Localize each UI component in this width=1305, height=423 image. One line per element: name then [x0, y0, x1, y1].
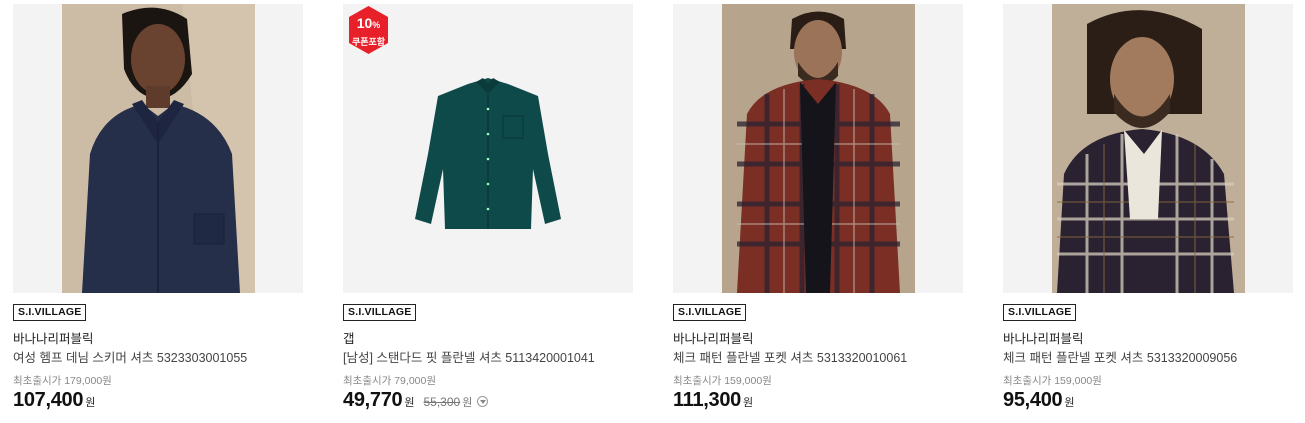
currency-unit: 원	[85, 397, 96, 409]
sale-price: 95,400	[1003, 389, 1063, 411]
product-grid: S.I.VILLAGE 바나나리퍼블릭 여성 헴프 데님 스키머 셔츠 5323…	[0, 0, 1305, 423]
discount-badge: 10% 쿠폰포함	[346, 6, 391, 54]
brand-tag: S.I.VILLAGE	[13, 304, 87, 321]
coupon-label: 쿠폰포함	[351, 37, 386, 47]
currency-unit: 원	[1064, 397, 1075, 409]
sale-price: 111,300	[673, 389, 741, 411]
product-image[interactable]	[13, 4, 303, 293]
product-image[interactable]: 10% 쿠폰포함	[343, 4, 633, 293]
price-row: 95,400 원	[1003, 389, 1075, 412]
product-card[interactable]: S.I.VILLAGE 바나나리퍼블릭 체크 패턴 플란넬 포켓 셔츠 5313…	[673, 4, 963, 419]
product-name[interactable]: 체크 패턴 플란넬 포켓 셔츠 5313320010061	[673, 347, 907, 366]
sale-price: 49,770	[343, 389, 403, 411]
product-card[interactable]: S.I.VILLAGE 바나나리퍼블릭 체크 패턴 플란넬 포켓 셔츠 5313…	[1003, 4, 1293, 419]
product-name[interactable]: 여성 헴프 데님 스키머 셔츠 5323303001055	[13, 347, 247, 366]
currency-unit: 원	[404, 397, 415, 409]
brand-tag: S.I.VILLAGE	[673, 304, 747, 321]
product-name[interactable]: 체크 패턴 플란넬 포켓 셔츠 5313320009056	[1003, 347, 1237, 366]
product-card[interactable]: 10% 쿠폰포함 S.I.VILLAGE 갭 [남성] 스탠다드 핏 플란넬 셔…	[343, 4, 633, 419]
brand-tag: S.I.VILLAGE	[343, 304, 417, 321]
original-price-label: 최초출시가 179,000원	[13, 375, 112, 387]
brand-tag: S.I.VILLAGE	[1003, 304, 1077, 321]
price-info-icon[interactable]	[477, 396, 489, 407]
discount-percent: 10	[356, 15, 373, 31]
brand-name[interactable]: 바나나리퍼블릭	[1003, 328, 1084, 347]
brand-name[interactable]: 갭	[343, 328, 355, 347]
product-name[interactable]: [남성] 스탠다드 핏 플란넬 셔츠 5113420001041	[343, 347, 595, 366]
currency-unit: 원	[743, 397, 754, 409]
percent-sign: %	[372, 20, 381, 30]
brand-name[interactable]: 바나나리퍼블릭	[673, 328, 754, 347]
product-image[interactable]	[673, 4, 963, 293]
price-row: 107,400 원	[13, 389, 95, 412]
price-row: 111,300 원	[673, 389, 753, 412]
sale-price: 107,400	[13, 389, 84, 411]
brand-name[interactable]: 바나나리퍼블릭	[13, 328, 94, 347]
original-price-label: 최초출시가 79,000원	[343, 375, 436, 387]
product-image[interactable]	[1003, 4, 1293, 293]
price-row: 49,770 원 55,300 원	[343, 389, 489, 412]
strikethrough-currency: 원	[462, 397, 473, 409]
strikethrough-price: 55,300	[423, 395, 461, 409]
product-card[interactable]: S.I.VILLAGE 바나나리퍼블릭 여성 헴프 데님 스키머 셔츠 5323…	[13, 4, 303, 419]
original-price-label: 최초출시가 159,000원	[1003, 375, 1102, 387]
original-price-label: 최초출시가 159,000원	[673, 375, 772, 387]
